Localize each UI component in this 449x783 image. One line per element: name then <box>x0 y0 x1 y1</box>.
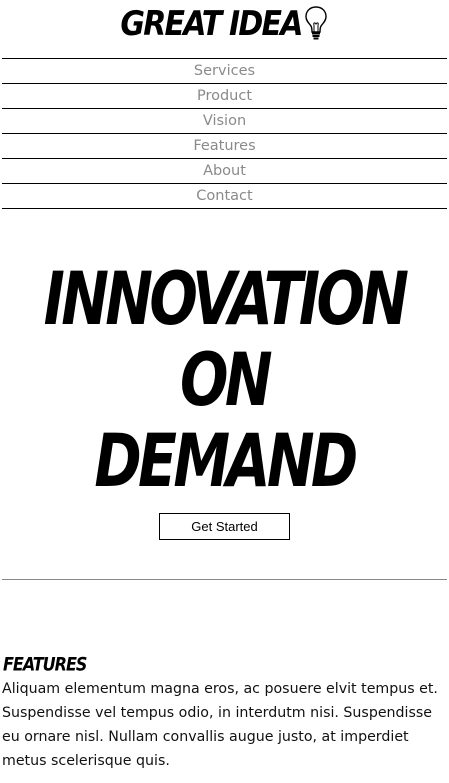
logo-text: GREAT IDEA <box>120 4 303 45</box>
site-logo[interactable]: GREAT IDEA <box>0 0 449 50</box>
main-nav: Services Product Vision Features About C… <box>2 58 447 209</box>
nav-item-services[interactable]: Services <box>2 58 447 83</box>
section-divider <box>2 579 447 580</box>
nav-item-vision[interactable]: Vision <box>2 108 447 133</box>
features-heading: FEATURES <box>3 653 87 676</box>
nav-item-about[interactable]: About <box>2 158 447 183</box>
nav-item-contact[interactable]: Contact <box>2 183 447 209</box>
get-started-button[interactable]: Get Started <box>159 513 290 540</box>
hero-section: INNOVATION ON DEMAND <box>0 255 449 503</box>
features-body-text: Aliquam elementum magna eros, ac posuere… <box>2 681 438 769</box>
hero-headline-line: DEMAND <box>94 417 358 504</box>
nav-item-product[interactable]: Product <box>2 83 447 108</box>
nav-item-features[interactable]: Features <box>2 133 447 158</box>
lightbulb-icon <box>304 6 327 40</box>
